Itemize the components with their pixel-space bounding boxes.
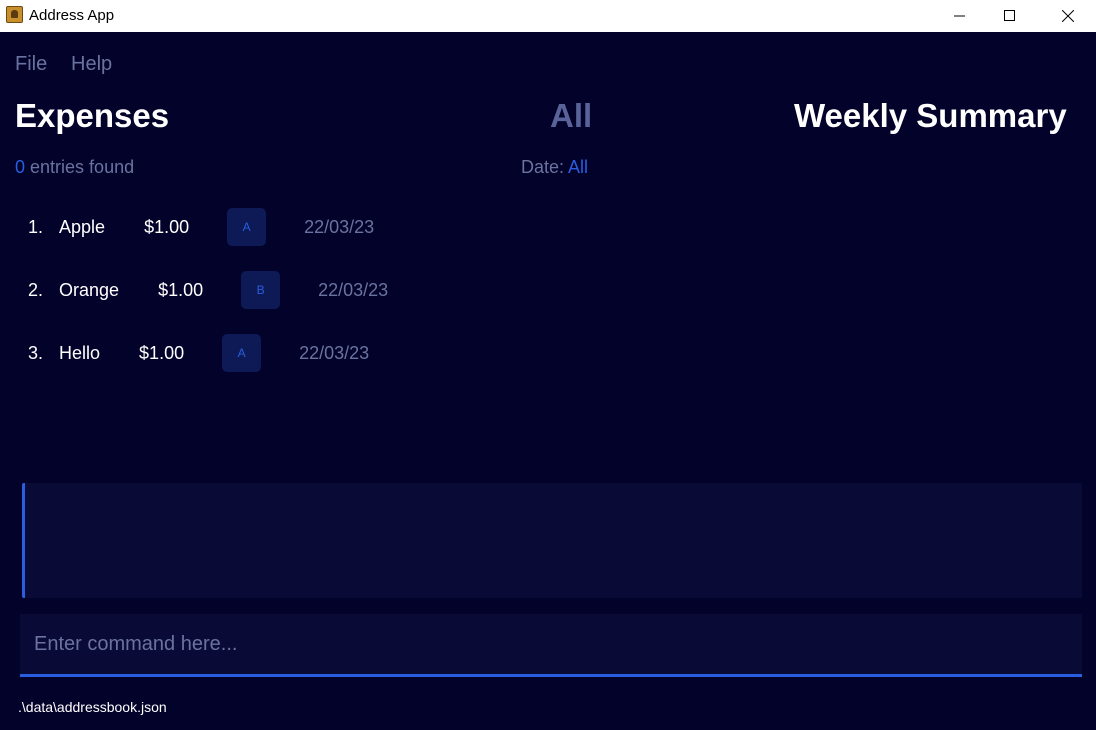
date-filter: Date: All	[521, 157, 588, 178]
filter-title: All	[550, 97, 593, 134]
maximize-icon	[1004, 10, 1015, 21]
category-badge: A	[227, 208, 267, 246]
weekly-summary-title: Weekly Summary	[794, 97, 1067, 134]
expense-price: $1.00	[158, 279, 204, 300]
minimize-icon	[954, 15, 965, 17]
expense-index: 2.	[28, 279, 44, 300]
expense-row[interactable]: 2. Orange $1.00 B 22/03/23	[28, 270, 388, 310]
expenses-title: Expenses	[15, 97, 170, 134]
command-input[interactable]	[20, 614, 1082, 674]
expense-date: 22/03/23	[304, 216, 375, 237]
title-bar: Address App	[0, 0, 1096, 32]
expense-index: 3.	[28, 342, 44, 363]
expense-date: 22/03/23	[318, 279, 389, 300]
expense-date: 22/03/23	[299, 342, 370, 363]
expense-index: 1.	[28, 216, 44, 237]
expense-name: Hello	[59, 342, 101, 363]
expense-name: Orange	[59, 279, 120, 300]
minimize-button[interactable]	[937, 0, 983, 32]
entries-count-label: entries found	[30, 157, 135, 177]
status-bar-path: .\data\addressbook.json	[18, 699, 167, 715]
command-box	[20, 614, 1082, 677]
entries-count-number: 0	[15, 157, 26, 177]
date-filter-label: Date:	[521, 157, 565, 177]
window-title: Address App	[29, 7, 115, 24]
maximize-button[interactable]	[987, 0, 1033, 32]
menu-help[interactable]: Help	[71, 53, 112, 76]
expense-name: Apple	[59, 216, 106, 237]
close-button[interactable]	[1045, 0, 1091, 32]
close-icon	[1062, 10, 1074, 22]
entries-count: 0 entries found	[15, 157, 134, 178]
menu-file[interactable]: File	[15, 53, 47, 76]
expense-row[interactable]: 3. Hello $1.00 A 22/03/23	[28, 333, 369, 373]
category-badge: B	[241, 271, 281, 309]
address-book-icon	[6, 6, 23, 23]
expense-price: $1.00	[139, 342, 185, 363]
category-badge: A	[222, 334, 262, 372]
expense-row[interactable]: 1. Apple $1.00 A 22/03/23	[28, 207, 374, 247]
expense-price: $1.00	[144, 216, 190, 237]
date-filter-value: All	[568, 157, 589, 177]
result-display	[22, 483, 1082, 598]
